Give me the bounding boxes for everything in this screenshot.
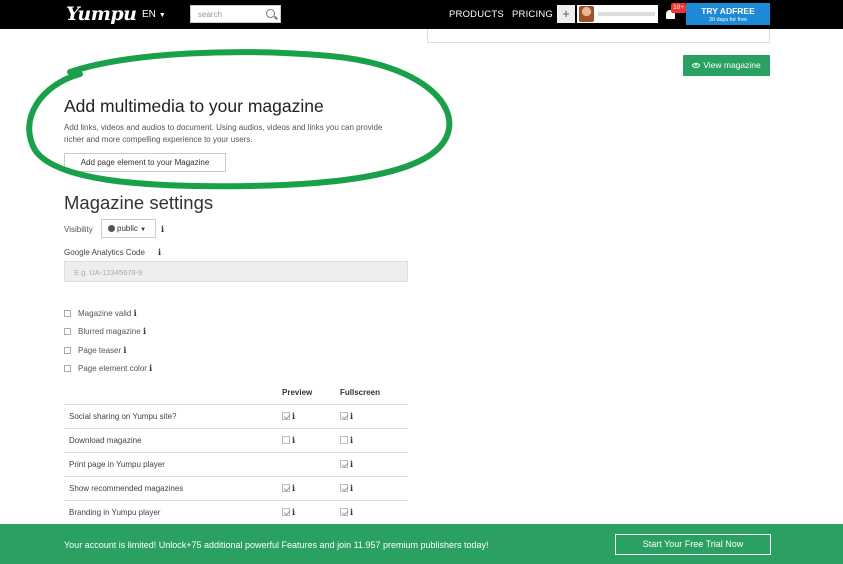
add-page-element-button[interactable]: Add page element to your Magazine bbox=[64, 153, 226, 172]
table-row: Download magazine i i bbox=[64, 428, 408, 452]
info-icon[interactable]: i bbox=[350, 411, 353, 421]
info-icon[interactable]: i bbox=[292, 435, 295, 445]
magazine-settings-title: Magazine settings bbox=[64, 192, 214, 213]
multimedia-title: Add multimedia to your magazine bbox=[64, 96, 324, 116]
ga-label: Google Analytics Code bbox=[64, 248, 145, 257]
option-label: Page element color bbox=[78, 364, 147, 373]
option-page-teaser[interactable]: Page teaser i bbox=[64, 345, 126, 355]
row-label: Branding in Yumpu player bbox=[69, 508, 161, 517]
option-label: Page teaser bbox=[78, 346, 122, 355]
eye-icon bbox=[692, 63, 701, 68]
table-row: Show recommended magazines i i bbox=[64, 476, 408, 500]
option-magazine-valid[interactable]: Magazine valid i bbox=[64, 308, 137, 318]
globe-icon bbox=[108, 225, 115, 232]
start-free-trial-button[interactable]: Start Your Free Trial Now bbox=[615, 534, 771, 555]
search-input[interactable]: search bbox=[190, 5, 281, 23]
preview-checkbox[interactable] bbox=[282, 436, 290, 444]
info-icon[interactable]: i bbox=[134, 308, 137, 318]
visibility-label: Visibility bbox=[64, 225, 93, 234]
table-row: Branding in Yumpu player i i bbox=[64, 500, 408, 524]
upgrade-message: Your account is limited! Unlock+75 addit… bbox=[64, 540, 489, 550]
fullscreen-checkbox[interactable] bbox=[340, 508, 348, 516]
preview-checkbox[interactable] bbox=[282, 412, 290, 420]
visibility-dropdown[interactable]: public ▼ bbox=[101, 219, 156, 238]
info-icon[interactable]: i bbox=[292, 483, 295, 493]
multimedia-description: Add links, videos and audios to document… bbox=[64, 123, 383, 144]
row-label: Print page in Yumpu player bbox=[69, 460, 165, 469]
search-icon[interactable] bbox=[266, 9, 275, 18]
ga-code-input[interactable]: E.g. UA-12345678-9 bbox=[64, 261, 408, 282]
notification-badge: 10+ bbox=[671, 3, 687, 13]
chevron-down-icon: ▼ bbox=[158, 12, 166, 19]
info-icon[interactable]: i bbox=[149, 363, 152, 373]
try-adfree-button[interactable]: TRY ADFREE 30 days for free bbox=[686, 3, 770, 25]
row-label: Social sharing on Yumpu site? bbox=[69, 412, 177, 421]
info-icon[interactable]: i bbox=[350, 459, 353, 469]
top-navbar: Yumpu EN ▼ search PRODUCTS PRICING + 10+ … bbox=[0, 0, 843, 29]
ga-placeholder: E.g. UA-12345678-9 bbox=[74, 268, 143, 277]
language-label: EN bbox=[142, 9, 156, 20]
user-menu[interactable] bbox=[577, 5, 658, 23]
column-preview: Preview bbox=[282, 388, 313, 397]
option-blurred-magazine[interactable]: Blurred magazine i bbox=[64, 326, 146, 336]
fullscreen-checkbox[interactable] bbox=[340, 484, 348, 492]
option-page-element-color[interactable]: Page element color i bbox=[64, 363, 152, 373]
checkbox[interactable] bbox=[64, 310, 71, 317]
info-icon[interactable]: i bbox=[123, 345, 126, 355]
yumpu-logo[interactable]: Yumpu bbox=[66, 3, 137, 25]
view-magazine-button[interactable]: View magazine bbox=[683, 55, 770, 76]
option-label: Blurred magazine bbox=[78, 327, 141, 336]
sharing-options-table: Social sharing on Yumpu site? i i Downlo… bbox=[64, 404, 408, 524]
info-icon[interactable]: i bbox=[143, 326, 146, 336]
preview-checkbox[interactable] bbox=[282, 508, 290, 516]
info-icon[interactable]: i bbox=[350, 507, 353, 517]
chevron-down-icon: ▼ bbox=[140, 227, 147, 233]
checkbox[interactable] bbox=[64, 365, 71, 372]
try-adfree-title: TRY ADFREE bbox=[701, 6, 755, 16]
info-icon[interactable]: i bbox=[350, 483, 353, 493]
try-adfree-subtitle: 30 days for free bbox=[708, 17, 748, 23]
language-selector[interactable]: EN ▼ bbox=[142, 9, 166, 20]
nav-products[interactable]: PRODUCTS bbox=[449, 9, 504, 20]
preview-checkbox[interactable] bbox=[282, 484, 290, 492]
table-row: Social sharing on Yumpu site? i i bbox=[64, 404, 408, 428]
visibility-value: public bbox=[117, 224, 138, 233]
avatar bbox=[579, 6, 594, 22]
upgrade-banner: Your account is limited! Unlock+75 addit… bbox=[0, 524, 843, 564]
fullscreen-checkbox[interactable] bbox=[340, 412, 348, 420]
column-fullscreen: Fullscreen bbox=[340, 388, 381, 397]
info-icon[interactable]: i bbox=[161, 224, 164, 234]
info-icon[interactable]: i bbox=[158, 247, 161, 257]
fullscreen-checkbox[interactable] bbox=[340, 436, 348, 444]
info-icon[interactable]: i bbox=[292, 507, 295, 517]
add-button[interactable]: + bbox=[557, 5, 575, 23]
row-label: Show recommended magazines bbox=[69, 484, 184, 493]
checkbox[interactable] bbox=[64, 328, 71, 335]
top-panel bbox=[427, 29, 770, 43]
info-icon[interactable]: i bbox=[350, 435, 353, 445]
info-icon[interactable]: i bbox=[292, 411, 295, 421]
view-magazine-label: View magazine bbox=[703, 60, 761, 70]
username-redacted bbox=[598, 12, 655, 16]
table-row: Print page in Yumpu player i bbox=[64, 452, 408, 476]
search-placeholder: search bbox=[198, 10, 223, 19]
checkbox[interactable] bbox=[64, 347, 71, 354]
row-label: Download magazine bbox=[69, 436, 142, 445]
nav-pricing[interactable]: PRICING bbox=[512, 9, 553, 20]
option-label: Magazine valid bbox=[78, 309, 132, 318]
fullscreen-checkbox[interactable] bbox=[340, 460, 348, 468]
